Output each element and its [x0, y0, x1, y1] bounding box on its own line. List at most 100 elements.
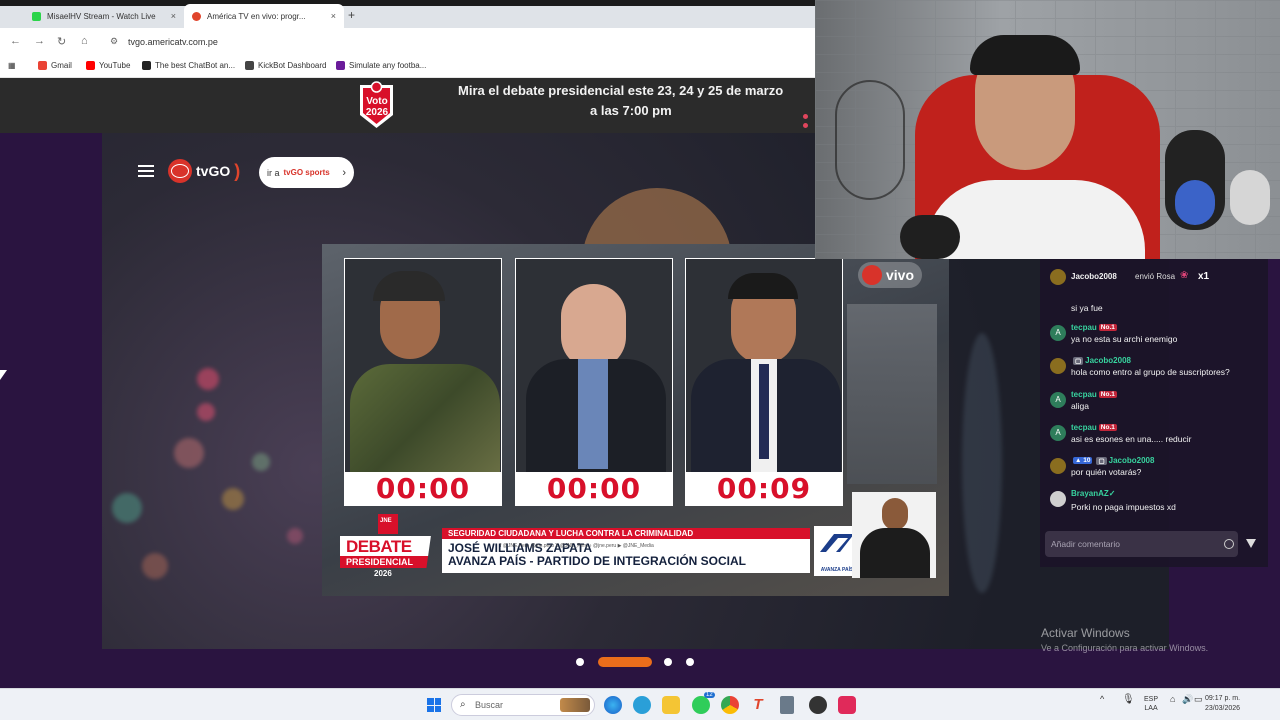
chat-comment-input[interactable]: Añadir comentario: [1045, 531, 1238, 557]
video-player[interactable]: 00:00 00:00 00:09 vivo JNE DEBATE PRESID…: [322, 244, 949, 596]
site-header: tvGO ) ir a tvGO sports ›: [102, 150, 814, 195]
send-icon[interactable]: [1246, 539, 1256, 548]
new-tab-icon[interactable]: +: [348, 8, 355, 22]
username-text: Jacobo2008: [1108, 456, 1155, 465]
avatar: [1050, 269, 1066, 285]
whatsapp-badge: 12: [704, 692, 715, 698]
chat-username[interactable]: tecpau No.1: [1071, 423, 1119, 432]
america-tv-favicon-icon: [192, 11, 201, 21]
carousel-dot[interactable]: [576, 658, 584, 666]
avatar: [1050, 491, 1066, 507]
candidate-panel-1: 00:00: [344, 258, 502, 506]
bookmark-simulate[interactable]: Simulate any footba...: [336, 61, 426, 70]
text-app-icon[interactable]: T: [749, 696, 767, 714]
back-icon[interactable]: ←: [10, 35, 21, 47]
whatsapp-icon[interactable]: [692, 696, 710, 714]
taskbar-search[interactable]: ⌕ Buscar: [451, 694, 595, 716]
battery-icon[interactable]: ▭: [1194, 695, 1203, 704]
url-text[interactable]: tvgo.americatv.com.pe: [128, 37, 218, 47]
windows-start-icon[interactable]: [427, 698, 441, 712]
forward-icon[interactable]: →: [34, 35, 45, 47]
home-icon[interactable]: ⌂: [81, 35, 88, 47]
sports-prefix: ir a: [267, 167, 280, 178]
candidate-1-video: [345, 259, 501, 472]
tab-title: MisaelHV Stream - Watch Live: [47, 11, 156, 21]
subscriber-badge: ▢: [1096, 456, 1107, 465]
chat-username[interactable]: tecpau No.1: [1071, 323, 1119, 332]
america-globe-icon: [862, 265, 882, 285]
tab-misaelhv-stream[interactable]: MisaelHV Stream - Watch Live ×: [24, 4, 184, 28]
rank-badge: No.1: [1098, 424, 1117, 432]
kick-favicon-icon: [32, 11, 41, 21]
obs-icon[interactable]: [809, 696, 827, 714]
network-icon[interactable]: ⌂: [1170, 695, 1175, 704]
site-info-icon[interactable]: ⚙: [110, 36, 118, 47]
carousel-dot-active[interactable]: [598, 657, 652, 667]
level-badge: ▲ 10: [1073, 457, 1093, 465]
edge-icon[interactable]: [604, 696, 622, 714]
telegram-icon[interactable]: [633, 696, 651, 714]
microphone-icon[interactable]: 🎙: [1122, 695, 1135, 705]
reload-icon[interactable]: ↻: [57, 35, 66, 48]
america-globe-icon: [168, 159, 192, 183]
bookmark-chatbot[interactable]: The best ChatBot an...: [142, 61, 235, 70]
apps-icon[interactable]: ▦: [8, 61, 16, 70]
debate-banner[interactable]: Voto 2026 Mira el debate presidencial es…: [0, 78, 815, 133]
avatar: A: [1050, 392, 1066, 408]
streamer-webcam: [815, 0, 1280, 259]
username-text: tecpau: [1071, 390, 1097, 399]
close-tab-icon[interactable]: ×: [171, 11, 176, 21]
bookmark-gmail[interactable]: Gmail: [38, 61, 72, 70]
tab-america-tv[interactable]: América TV en vivo: progr... ×: [184, 4, 344, 28]
debate-word: DEBATE: [346, 537, 412, 556]
tvgo-sports-button[interactable]: ir a tvGO sports ›: [259, 157, 354, 188]
menu-icon[interactable]: [138, 165, 154, 178]
live-chat: Jacobo2008 envió Rosa ❀ x1 si ya fue A t…: [1040, 259, 1268, 567]
windows-taskbar: ⌕ Buscar 12 T ^ 🎙 ESP LAA ⌂ 🔊 ▭ 09:17 p. …: [0, 688, 1280, 720]
rank-badge: No.1: [1098, 324, 1117, 332]
live-label: vivo: [886, 267, 915, 283]
chat-username[interactable]: BrayanAZ✓: [1071, 489, 1116, 498]
candidate-panel-3: 00:09: [685, 258, 843, 506]
banner-decoration-dot: [803, 114, 808, 119]
tvgo-logo[interactable]: tvGO ): [168, 159, 240, 183]
brand-name: tvGO: [196, 163, 231, 179]
language-indicator[interactable]: ESP LAA: [1144, 695, 1158, 713]
message-text: asi es esones en una..... reducir: [1071, 434, 1192, 444]
bookmark-youtube[interactable]: YouTube: [86, 61, 130, 70]
presidencial-word: PRESIDENCIAL: [346, 557, 414, 567]
carousel-dot[interactable]: [664, 658, 672, 666]
calculator-icon[interactable]: [780, 696, 794, 714]
fan: [835, 80, 905, 200]
address-bar: ← → ↻ ⌂ ⚙ tvgo.americatv.com.pe: [0, 28, 815, 56]
tray-overflow-icon[interactable]: ^: [1100, 695, 1104, 704]
avatar: A: [1050, 425, 1066, 441]
bookmark-label: Gmail: [51, 61, 72, 70]
bookmarks-bar: ▦ Gmail YouTube The best ChatBot an... K…: [0, 56, 815, 78]
mouse-cursor-icon: [0, 370, 7, 380]
debate-topic: SEGURIDAD CIUDADANA Y LUCHA CONTRA LA CR…: [442, 528, 810, 539]
candidate-party: AVANZA PAÍS - PARTIDO DE INTEGRACIÓN SOC…: [448, 554, 747, 568]
message-text: Porki no paga impuestos xd: [1071, 502, 1176, 512]
avatar: [1050, 358, 1066, 374]
chat-username[interactable]: ▢ Jacobo2008: [1071, 356, 1131, 365]
tiktok-icon[interactable]: [838, 696, 856, 714]
emoji-icon[interactable]: [1224, 539, 1234, 549]
sign-language-interpreter: [852, 492, 936, 578]
file-explorer-icon[interactable]: [662, 696, 680, 714]
system-clock[interactable]: 09:17 p. m. 23/03/2026: [1205, 694, 1240, 714]
bookmark-kickbot[interactable]: KickBot Dashboard: [245, 61, 326, 70]
carousel-dot[interactable]: [686, 658, 694, 666]
gift-user[interactable]: Jacobo2008: [1071, 272, 1117, 281]
chat-username[interactable]: tecpau No.1: [1071, 390, 1119, 399]
candidate-2-video: [516, 259, 672, 472]
streamer-shirt: [925, 180, 1145, 259]
chrome-icon[interactable]: [721, 696, 739, 714]
chevron-right-icon: ›: [342, 166, 346, 179]
close-tab-icon[interactable]: ×: [331, 11, 336, 21]
message-text: por quién votarás?: [1071, 467, 1142, 477]
chat-username[interactable]: ▲ 10 ▢ Jacobo2008: [1071, 456, 1154, 465]
volume-icon[interactable]: 🔊: [1182, 695, 1193, 704]
gift-count: x1: [1198, 271, 1210, 282]
message-text: si ya fue: [1071, 303, 1103, 313]
